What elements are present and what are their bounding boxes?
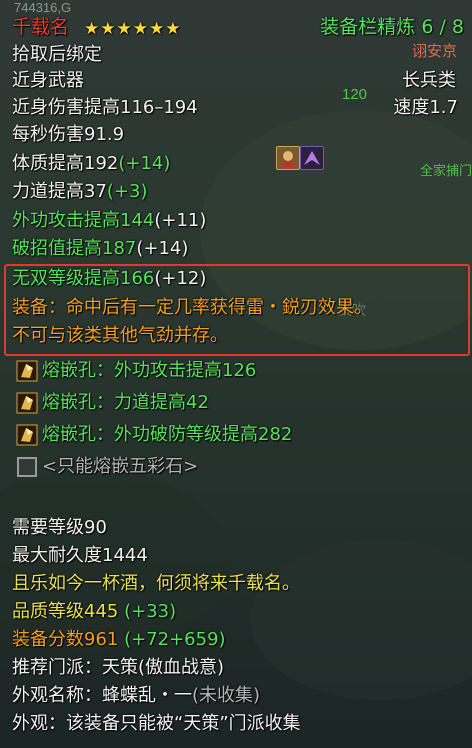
socket-1: 熔嵌孔：外功攻击提高126: [42, 360, 257, 381]
refine-label: 装备栏精炼 6 / 8: [320, 16, 464, 38]
attr-strength: 力道提高37(+3): [12, 181, 148, 202]
socket-gem-icon: [16, 392, 38, 414]
weapon-dps: 每秒伤害91.9: [12, 124, 125, 145]
flavor-text: 且乐如今一杯酒，何须将来千载名。: [12, 573, 300, 594]
bind-text: 拾取后绑定: [12, 44, 102, 65]
recommended-school: 推荐门派：天策(傲血战意): [12, 657, 225, 678]
effect-line-2: 不可与该类其他气劲并存。: [12, 325, 228, 346]
weapon-type: 近身武器: [12, 70, 84, 91]
bg-text-1: 诩安京: [412, 43, 458, 60]
empty-socket-icon: [17, 457, 37, 477]
attr-break: 破招值提高187(+14): [12, 238, 189, 259]
bg-text-2: 120: [342, 86, 368, 103]
equip-score: 装备分数961 (+72+659): [12, 629, 226, 650]
attr-constitution: 体质提高192(+14): [12, 153, 171, 174]
socket-gem-icon: [16, 424, 38, 446]
socket-2: 熔嵌孔：力道提高42: [42, 392, 209, 413]
effect-line-1: 装备：命中后有一定几率获得雷・鋭刃效果。: [12, 297, 372, 318]
weapon-damage: 近身伤害提高116–194: [12, 97, 198, 118]
quality-level: 品质等级445 (+33): [12, 601, 177, 622]
weapon-class: 长兵类: [402, 70, 456, 91]
socket-gem-icon: [16, 360, 38, 382]
socket-3: 熔嵌孔：外功破防等级提高282: [42, 424, 293, 445]
weapon-speed: 速度1.7: [393, 97, 458, 118]
max-durability: 最大耐久度1444: [12, 545, 148, 566]
required-level: 需要等级90: [12, 517, 107, 538]
buff-portrait-icon: [276, 146, 300, 170]
appearance-name: 外观名称：蜂蝶乱・一(未收集): [12, 685, 261, 706]
bg-text-3: 全家捕门: [420, 163, 472, 178]
item-name: 千载名: [12, 16, 70, 38]
appearance-note: 外观：该装备只能被“天策”门派收集: [12, 713, 301, 734]
empty-socket-text: <只能熔嵌五彩石>: [42, 456, 199, 477]
attr-attack: 外功攻击提高144(+11): [12, 210, 207, 231]
buff-wings-icon: [300, 146, 324, 170]
attr-wushuang: 无双等级提高166(+12): [12, 268, 207, 289]
bg-id-text: 744316,G: [14, 0, 72, 15]
item-stars: ★★★★★★: [84, 19, 182, 39]
